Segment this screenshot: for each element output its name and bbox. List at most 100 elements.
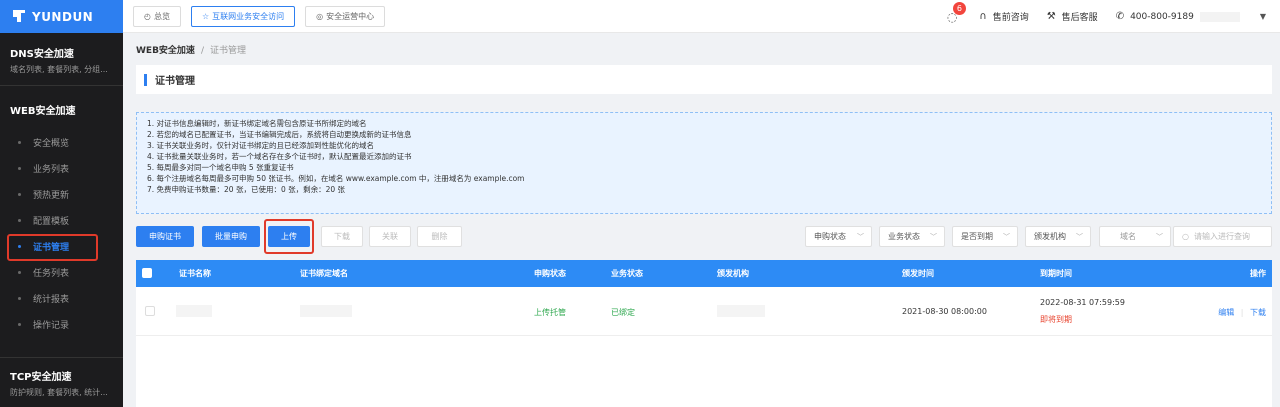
tab-security-ops-center[interactable]: ◎ 安全运营中心: [305, 5, 386, 27]
notice-line: 5. 每周最多对同一个域名申购 5 张重复证书: [147, 163, 294, 172]
domain-select[interactable]: 域名 ﹀: [1099, 226, 1171, 247]
upload-highlight: [264, 219, 314, 254]
apply-cert-button[interactable]: 申购证书: [136, 226, 194, 247]
sidebar-dns-subtitle: 域名列表, 套餐列表, 分组...: [10, 65, 108, 74]
sidebar-tcp-subtitle: 防护规则, 套餐列表, 统计...: [10, 388, 108, 397]
search-placeholder: 请输入进行查询: [1193, 232, 1250, 241]
select-all-checkbox[interactable]: [142, 268, 152, 278]
sidebar-item-operation-log[interactable]: 操作记录: [0, 311, 123, 337]
aftersale-link[interactable]: ⚒ 售后客服: [1047, 10, 1098, 23]
cert-name-value: [176, 305, 212, 317]
bullet-icon: [18, 296, 21, 300]
yundun-logo-icon: [13, 10, 25, 22]
select-label: 业务状态: [888, 232, 920, 241]
bullet-icon: [18, 166, 21, 170]
sidebar-item-prefetch[interactable]: 预热更新: [0, 181, 123, 207]
delete-button[interactable]: 删除: [417, 226, 462, 247]
presale-label: 售前咨询: [992, 13, 1029, 23]
notice-line: 2. 若您的域名已配置证书，当证书编辑完成后，系统将自动更换成新的证书信息: [147, 130, 412, 139]
chevron-down-icon: ﹀: [1156, 232, 1163, 241]
notice-line: 3. 证书关联业务时，仅针对证书绑定的且已经添加到性能优化的域名: [147, 141, 375, 150]
shield-icon: ☆: [201, 11, 210, 21]
tab-label: 互联网业务安全访问: [212, 11, 285, 21]
col-issue-time: 颁发时间: [902, 269, 934, 278]
select-label: 域名: [1120, 232, 1136, 241]
sidebar-item-cert-management[interactable]: 证书管理: [0, 233, 123, 261]
edit-link[interactable]: 编辑: [1218, 308, 1234, 317]
biz-status-value: 已绑定: [611, 308, 635, 317]
headset-icon: ∩: [979, 11, 987, 22]
sidebar-item-security-overview[interactable]: 安全概览: [0, 129, 123, 155]
sidebar-item-label: 配置模板: [33, 216, 70, 227]
row-checkbox[interactable]: [145, 306, 155, 316]
expire-warning: 即将到期: [1040, 315, 1072, 324]
target-icon: ◎: [316, 11, 324, 21]
brand-name: YUNDUN: [32, 9, 94, 24]
issuer-value: [717, 305, 765, 317]
breadcrumb: WEB安全加速 / 证书管理: [136, 43, 246, 56]
breadcrumb-separator: /: [200, 46, 204, 56]
col-bound-domain: 证书绑定域名: [300, 269, 348, 278]
table-row: 上传托管 已绑定 2021-08-30 08:00:00 2022-08-31 …: [136, 287, 1272, 336]
sidebar-item-business-list[interactable]: 业务列表: [0, 155, 123, 181]
notification-button[interactable]: ◌ 6: [947, 1, 966, 24]
associate-button[interactable]: 关联: [369, 226, 411, 247]
toolbar: 申购证书 批量申购 上传 下载 关联 删除 申购状态 ﹀ 业务状态 ﹀ 是否到期 ﹀ …: [136, 219, 1272, 254]
col-apply-status: 申购状态: [534, 269, 566, 278]
action-separator: |: [1240, 308, 1244, 317]
sidebar-dns-section[interactable]: DNS安全加速 域名列表, 套餐列表, 分组...: [0, 33, 123, 75]
sidebar-item-statistics[interactable]: 统计报表: [0, 285, 123, 311]
notice-line: 4. 证书批量关联业务时，若一个域名存在多个证书时，默认配置最近添加的证书: [147, 152, 412, 161]
brand-logo[interactable]: YUNDUN: [0, 0, 123, 33]
dashboard-icon: ◴: [144, 11, 151, 21]
sidebar-web-title[interactable]: WEB安全加速: [0, 86, 123, 129]
tab-internet-security-access[interactable]: ☆ 互联网业务安全访问: [190, 5, 296, 27]
sidebar-tcp-section[interactable]: TCP安全加速 防护规则, 套餐列表, 统计...: [0, 357, 123, 407]
chevron-down-icon: ﹀: [857, 232, 864, 241]
sidebar-item-label: 操作记录: [33, 320, 70, 331]
bound-domain-value: [300, 305, 352, 317]
bullet-icon: [18, 192, 21, 196]
breadcrumb-parent[interactable]: WEB安全加速: [136, 46, 195, 56]
apply-status-select[interactable]: 申购状态 ﹀: [805, 226, 872, 247]
notice-box: 1. 对证书信息编辑时，新证书绑定域名需包含原证书所绑定的域名 2. 若您的域名…: [136, 112, 1272, 214]
sidebar-item-label: 统计报表: [33, 294, 70, 305]
bullet-icon: [18, 244, 21, 248]
col-cert-name: 证书名称: [179, 269, 211, 278]
sidebar-item-config-template[interactable]: 配置模板: [0, 207, 123, 233]
user-account[interactable]: [1199, 11, 1240, 22]
presale-link[interactable]: ∩ 售前咨询: [979, 10, 1028, 23]
expired-select[interactable]: 是否到期 ﹀: [952, 226, 1018, 247]
row-actions: 编辑 | 下载: [1218, 307, 1266, 318]
search-input[interactable]: ○ 请输入进行查询: [1173, 226, 1272, 247]
biz-status-select[interactable]: 业务状态 ﹀: [879, 226, 945, 247]
tab-label: 总览: [153, 11, 170, 21]
page-title: 证书管理: [155, 76, 195, 87]
sidebar-item-task-list[interactable]: 任务列表: [0, 259, 123, 285]
issuer-select[interactable]: 颁发机构 ﹀: [1025, 226, 1091, 247]
cert-table: 证书名称 证书绑定域名 申购状态 业务状态 颁发机构 颁发时间 到期时间 操作 …: [136, 260, 1272, 407]
col-expire-time: 到期时间: [1040, 269, 1072, 278]
aftersale-label: 售后客服: [1061, 13, 1098, 23]
chevron-down-icon: ﹀: [1076, 232, 1083, 241]
breadcrumb-current: 证书管理: [209, 46, 246, 56]
table-header: 证书名称 证书绑定域名 申购状态 业务状态 颁发机构 颁发时间 到期时间 操作: [136, 260, 1272, 287]
phone-link[interactable]: ✆ 400-800-9189: [1116, 11, 1194, 22]
download-link[interactable]: 下载: [1250, 308, 1266, 317]
bullet-icon: [18, 218, 21, 222]
chevron-down-icon[interactable]: ▼: [1260, 12, 1266, 21]
search-icon: ○: [1182, 232, 1189, 241]
page-title-card: 证书管理: [136, 65, 1272, 94]
sidebar-item-label: 业务列表: [33, 164, 70, 175]
sidebar-dns-title: DNS安全加速: [10, 49, 74, 60]
batch-apply-button[interactable]: 批量申购: [202, 226, 260, 247]
wrench-icon: ⚒: [1046, 11, 1056, 22]
tab-label: 安全运营中心: [326, 11, 375, 21]
tab-overview[interactable]: ◴ 总览: [133, 5, 181, 27]
top-bar: ◴ 总览 ☆ 互联网业务安全访问 ◎ 安全运营中心 ◌ 6 ∩ 售前咨询 ⚒ 售后客服 ✆…: [123, 0, 1280, 33]
col-biz-status: 业务状态: [611, 269, 643, 278]
download-button[interactable]: 下载: [321, 226, 363, 247]
chevron-down-icon: ﹀: [1003, 232, 1010, 241]
sidebar: YUNDUN DNS安全加速 域名列表, 套餐列表, 分组... WEB安全加速…: [0, 0, 123, 407]
select-label: 是否到期: [961, 232, 993, 241]
